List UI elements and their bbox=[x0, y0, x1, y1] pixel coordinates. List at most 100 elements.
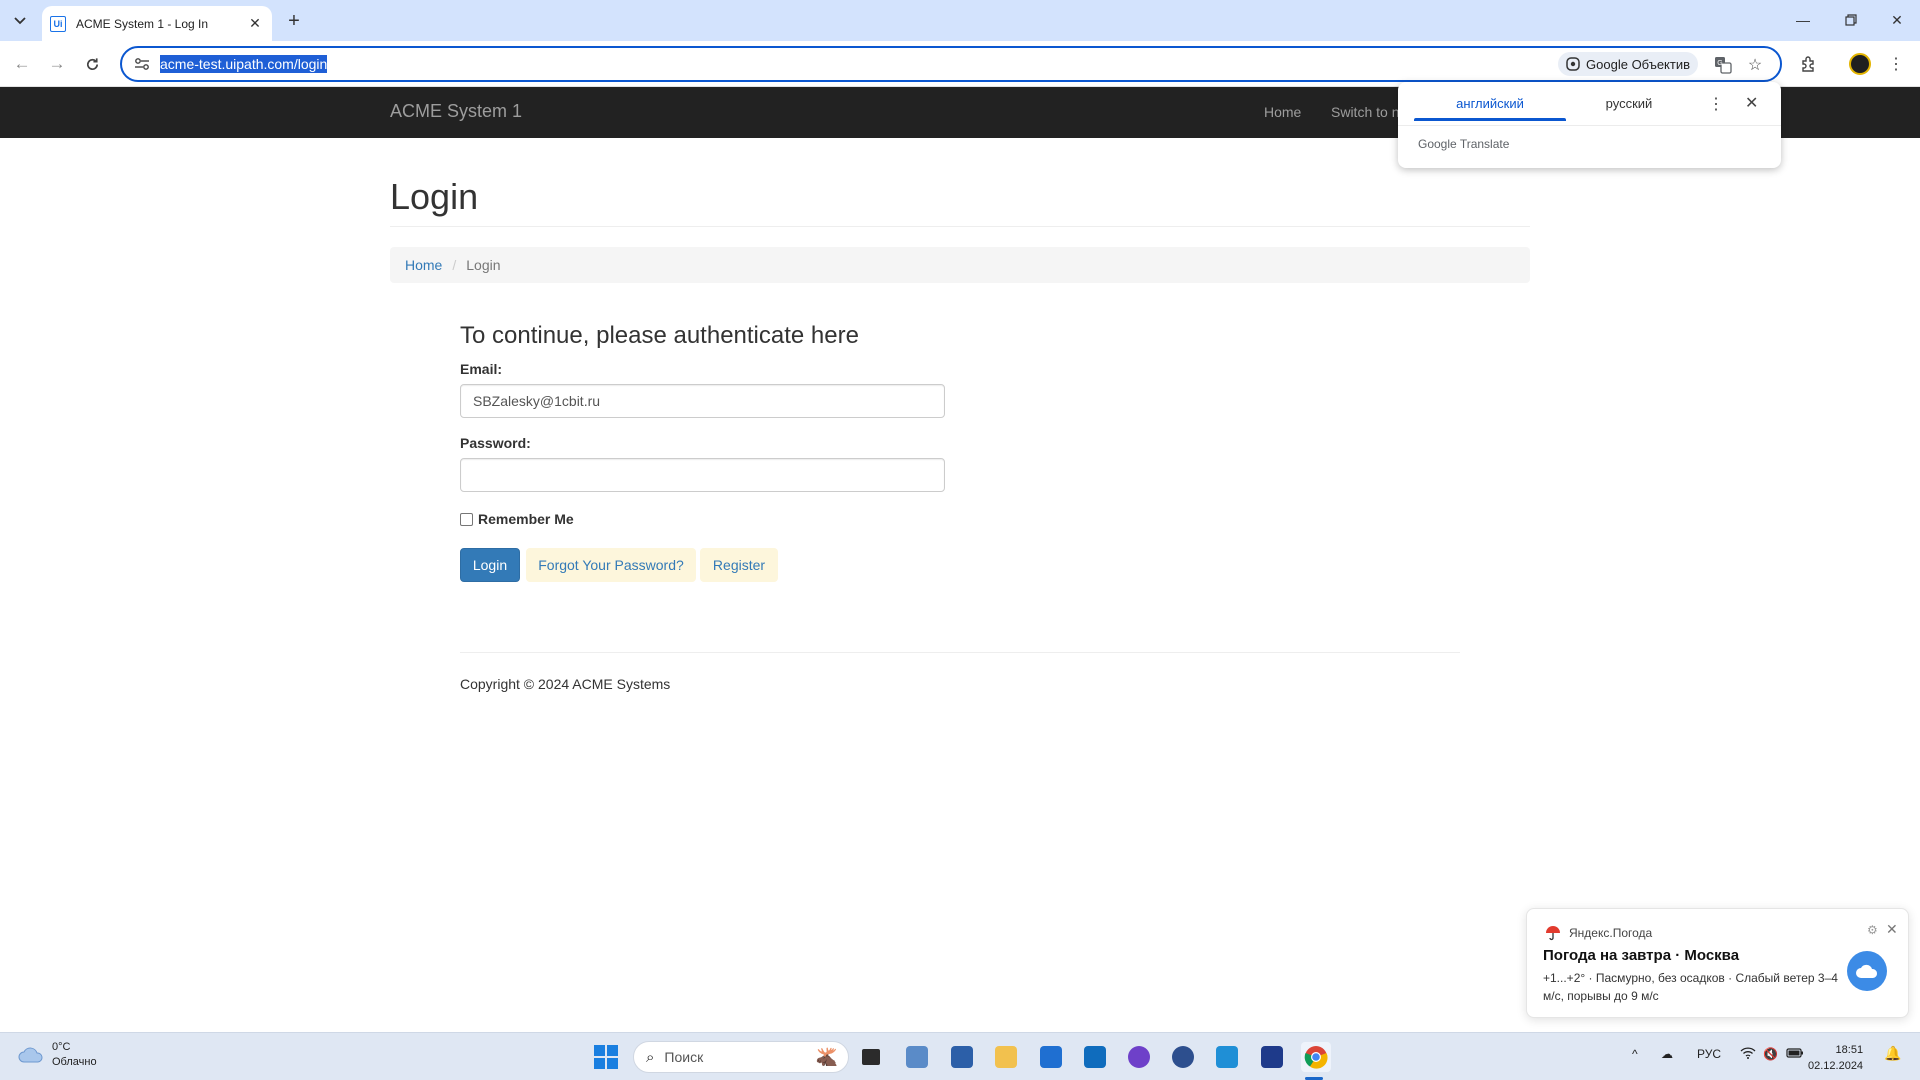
uipath-studio-icon[interactable] bbox=[1257, 1042, 1287, 1072]
taskbar-search[interactable]: ⌕ Поиск 🫎 bbox=[633, 1041, 849, 1073]
windows-taskbar: 0°C Облачно ⌕ Поиск 🫎 ^ ☁ РУС 🔇 18:51 02… bbox=[0, 1032, 1920, 1080]
notification-settings-icon[interactable]: ⚙ bbox=[1867, 923, 1878, 937]
windows-start-icon[interactable] bbox=[594, 1045, 618, 1069]
clock-date: 02.12.2024 bbox=[1808, 1060, 1864, 1072]
site-info-icon[interactable] bbox=[132, 54, 152, 74]
breadcrumb-separator: / bbox=[452, 257, 457, 273]
translate-target-lang-tab[interactable]: русский bbox=[1553, 96, 1705, 111]
extensions-icon[interactable] bbox=[1797, 52, 1821, 76]
login-button[interactable]: Login bbox=[460, 548, 520, 582]
tab-search-button[interactable] bbox=[8, 9, 32, 33]
lens-label: Google Объектив bbox=[1586, 56, 1690, 72]
breadcrumb-current: Login bbox=[466, 257, 501, 273]
tab-close-icon[interactable]: ✕ bbox=[246, 15, 264, 33]
profile-avatar[interactable] bbox=[1848, 52, 1872, 76]
register-link[interactable]: Register bbox=[700, 548, 778, 582]
google-translate-logo: Google Translate bbox=[1418, 137, 1509, 151]
reload-button[interactable] bbox=[78, 50, 106, 78]
notifications-bell-icon[interactable]: 🔔 bbox=[1884, 1045, 1901, 1062]
remember-me-row: Remember Me bbox=[460, 511, 574, 527]
wifi-icon[interactable] bbox=[1740, 1047, 1756, 1062]
onedrive-offline-icon[interactable]: ☁ bbox=[1661, 1047, 1673, 1061]
translate-popup: английский русский ⋮ ✕ Google Translate bbox=[1398, 82, 1781, 168]
translate-logo-text: Translate bbox=[1459, 137, 1510, 151]
password-field[interactable] bbox=[460, 458, 945, 492]
back-button[interactable]: ← bbox=[8, 50, 36, 78]
weather-widget[interactable]: 0°C Облачно bbox=[18, 1040, 97, 1070]
powershell-icon[interactable] bbox=[947, 1042, 977, 1072]
minimize-button[interactable]: — bbox=[1780, 0, 1826, 40]
notification-body: +1...+2° · Пасмурно, без осадков · Слабы… bbox=[1543, 971, 1838, 1003]
remember-me-checkbox[interactable] bbox=[460, 512, 473, 526]
url-text[interactable]: acme-test.uipath.com/login bbox=[160, 55, 328, 73]
skype-icon[interactable] bbox=[1212, 1042, 1242, 1072]
volume-muted-icon[interactable]: 🔇 bbox=[1763, 1047, 1778, 1061]
yandex-browser-icon[interactable] bbox=[1168, 1042, 1198, 1072]
remember-me-label[interactable]: Remember Me bbox=[478, 511, 574, 527]
address-bar[interactable]: acme-test.uipath.com/login Google Объект… bbox=[120, 46, 1782, 82]
notification-app: Яндекс.Погода bbox=[1545, 925, 1652, 941]
browser-toolbar: ← → acme-test.uipath.com/login Google Об… bbox=[0, 41, 1920, 87]
weather-cloud-icon bbox=[18, 1047, 43, 1063]
keyboard-language[interactable]: РУС bbox=[1697, 1047, 1721, 1061]
svg-text:G: G bbox=[1717, 60, 1722, 67]
search-icon: ⌕ bbox=[646, 1048, 655, 1066]
forgot-password-link[interactable]: Forgot Your Password? bbox=[526, 548, 696, 582]
uipath-favicon-icon: Ui bbox=[50, 15, 66, 32]
chevron-down-icon bbox=[14, 17, 26, 25]
active-tab-indicator bbox=[1414, 118, 1566, 121]
weather-temp: 0°C bbox=[52, 1041, 71, 1053]
new-tab-button[interactable]: + bbox=[282, 9, 306, 33]
show-hidden-icons-chevron-icon[interactable]: ^ bbox=[1632, 1047, 1638, 1061]
browser-tab-strip: Ui ACME System 1 - Log In ✕ + — ✕ bbox=[0, 0, 1920, 41]
task-view-icon[interactable] bbox=[856, 1042, 886, 1072]
breadcrumb: Home / Login bbox=[390, 247, 1530, 283]
google-lens-chip[interactable]: Google Объектив bbox=[1558, 52, 1698, 76]
site-brand[interactable]: ACME System 1 bbox=[390, 101, 522, 122]
notification-close-icon[interactable]: ✕ bbox=[1886, 921, 1898, 938]
microsoft-store-icon[interactable] bbox=[1036, 1042, 1066, 1072]
password-label: Password: bbox=[460, 435, 531, 451]
umbrella-icon bbox=[1546, 926, 1560, 941]
search-highlight-moose-icon: 🫎 bbox=[815, 1046, 838, 1067]
restore-button[interactable] bbox=[1828, 0, 1874, 40]
more-options-icon[interactable]: ⋮ bbox=[1708, 94, 1724, 114]
system-clock[interactable]: 18:51 02.12.2024 bbox=[1808, 1042, 1863, 1074]
email-label: Email: bbox=[460, 361, 503, 377]
forward-button[interactable]: → bbox=[43, 50, 71, 78]
notification-app-name: Яндекс.Погода bbox=[1569, 926, 1653, 940]
restore-icon bbox=[1845, 14, 1857, 26]
google-logo-text: Google bbox=[1418, 137, 1457, 151]
clock-time: 18:51 bbox=[1835, 1044, 1864, 1056]
close-window-button[interactable]: ✕ bbox=[1874, 0, 1920, 40]
nav-switch-link[interactable]: Switch to n bbox=[1331, 104, 1399, 120]
cloud-icon bbox=[1847, 951, 1887, 991]
page-title: Login bbox=[390, 176, 479, 217]
title-divider bbox=[390, 226, 1530, 227]
search-placeholder: Поиск bbox=[664, 1049, 704, 1065]
breadcrumb-home-link[interactable]: Home bbox=[405, 257, 442, 273]
github-desktop-icon[interactable] bbox=[1124, 1042, 1154, 1072]
translate-close-icon[interactable]: ✕ bbox=[1745, 93, 1758, 113]
tab-title: ACME System 1 - Log In bbox=[76, 16, 209, 31]
form-heading: To continue, please authenticate here bbox=[460, 322, 859, 349]
reload-icon bbox=[86, 57, 98, 70]
outlook-icon[interactable] bbox=[1080, 1042, 1110, 1072]
weather-desc: Облачно bbox=[52, 1056, 97, 1068]
file-explorer-icon[interactable] bbox=[991, 1042, 1021, 1072]
translate-source-lang-tab[interactable]: английский bbox=[1414, 96, 1566, 111]
browser-tab-active[interactable]: Ui ACME System 1 - Log In ✕ bbox=[42, 6, 272, 41]
weather-notification[interactable]: Яндекс.Погода ⚙ ✕ Погода на завтра · Мос… bbox=[1526, 908, 1909, 1018]
battery-icon[interactable] bbox=[1786, 1047, 1804, 1062]
lens-icon bbox=[1566, 57, 1580, 71]
chrome-icon[interactable] bbox=[1301, 1042, 1331, 1072]
bookmark-star-icon[interactable]: ☆ bbox=[1744, 54, 1766, 76]
footer-divider bbox=[460, 652, 1460, 653]
email-field[interactable] bbox=[460, 384, 945, 418]
copyright-text: Copyright © 2024 ACME Systems bbox=[460, 676, 671, 692]
performance-monitor-icon[interactable] bbox=[902, 1042, 932, 1072]
notification-title: Погода на завтра · Москва bbox=[1543, 947, 1740, 964]
browser-menu-icon[interactable]: ⋮ bbox=[1884, 52, 1908, 76]
nav-home-link[interactable]: Home bbox=[1264, 104, 1301, 120]
translate-icon[interactable]: G bbox=[1712, 54, 1734, 76]
